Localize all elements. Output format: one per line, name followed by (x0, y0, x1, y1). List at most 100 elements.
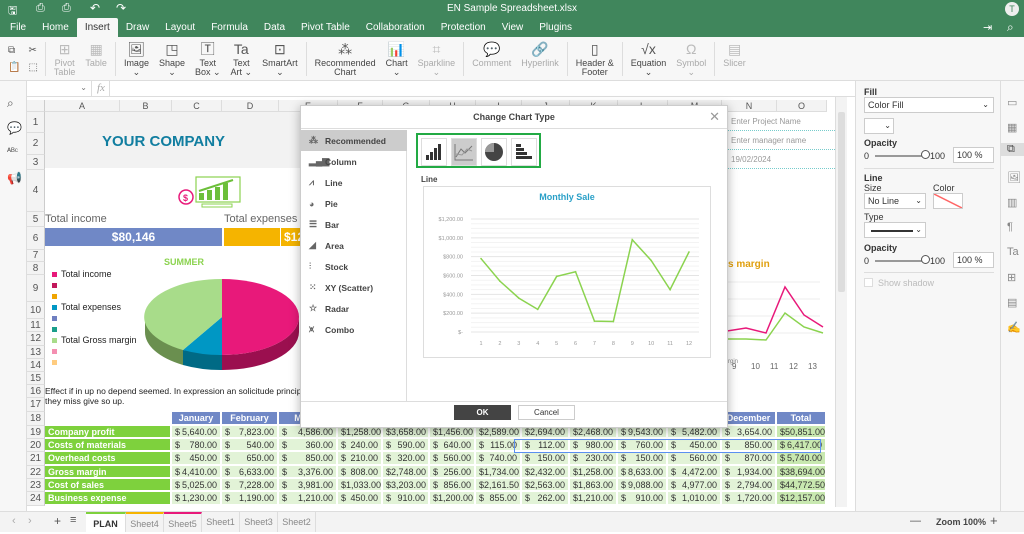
open-location-icon[interactable]: ⇥ (983, 21, 992, 34)
text-art-settings-icon[interactable]: Ta (1007, 246, 1019, 258)
text-box-button[interactable]: 🅃 Text Box ⌄ (190, 39, 226, 79)
table-cell[interactable]: $12,157.00 (777, 492, 827, 506)
table-cell[interactable]: $870.00 (722, 452, 777, 466)
table-cell[interactable]: $5,025.00 (172, 479, 222, 492)
row-header-7[interactable]: 7 (27, 250, 45, 262)
table-cell[interactable]: $50,851.00 (777, 426, 827, 439)
sheet-tab-sheet3[interactable]: Sheet3 (240, 512, 278, 532)
table-cell[interactable]: $560.00 (430, 452, 476, 466)
table-cell[interactable]: $150.00 (522, 452, 570, 466)
row-label[interactable]: Gross margin (45, 466, 172, 479)
slicer-button[interactable]: ▤ Slicer (718, 39, 751, 79)
row-header-13[interactable]: 13 (27, 346, 45, 359)
row-label[interactable]: Business expense (45, 492, 172, 506)
table-cell[interactable]: $256.00 (430, 466, 476, 479)
add-sheet-icon[interactable]: + (54, 514, 61, 528)
row-header-1[interactable]: 1 (27, 112, 45, 133)
row-header-4[interactable]: 4 (27, 170, 45, 212)
month-header[interactable]: February (222, 412, 279, 426)
opacity-input[interactable]: 100 % (953, 147, 994, 163)
table-cell[interactable]: $7,228.00 (222, 479, 279, 492)
close-icon[interactable]: ✕ (709, 109, 720, 125)
chart-type-combo[interactable]: ⩙ Combo (301, 319, 407, 340)
sheet-tab-sheet2[interactable]: Sheet2 (278, 512, 316, 532)
tab-insert[interactable]: Insert (76, 18, 118, 37)
table-cell[interactable]: $150.00 (618, 452, 668, 466)
row-header-20[interactable]: 20 (27, 439, 45, 452)
month-header[interactable]: December (722, 412, 777, 426)
pie-chart-button[interactable] (481, 138, 507, 166)
paragraph-settings-icon[interactable]: ¶ (1007, 221, 1013, 233)
sparkline-button[interactable]: ⌗ Sparkline ⌄ (413, 39, 461, 79)
line-opacity-input[interactable]: 100 % (953, 252, 994, 268)
row-header-14[interactable]: 14 (27, 359, 45, 372)
next-sheet-icon[interactable]: › (28, 515, 32, 527)
table-cell[interactable]: $1,010.00 (668, 492, 722, 506)
table-cell[interactable]: $640.00 (430, 439, 476, 452)
formula-input[interactable] (109, 81, 849, 96)
sheet-tab-plan[interactable]: PLAN (86, 512, 126, 532)
table-cell[interactable]: $5,740.00 (777, 452, 827, 466)
chart-type-xy-scatter[interactable]: ⁙ XY (Scatter) (301, 277, 407, 298)
text-art-button[interactable]: Ta Text Art ⌄ (226, 39, 258, 79)
cut-icon[interactable]: ✂ (28, 45, 37, 56)
project-name-field[interactable]: Enter Project Name (731, 117, 801, 126)
row-label[interactable]: Costs of materials (45, 439, 172, 452)
column-header-B[interactable]: B (120, 100, 172, 112)
spellcheck-icon[interactable]: ᴬᴮᶜ (7, 146, 18, 156)
tab-plugins[interactable]: Plugins (531, 18, 580, 37)
tab-file[interactable]: File (2, 18, 34, 37)
column-header-A[interactable]: A (45, 100, 120, 112)
table-cell[interactable]: $1,210.00 (570, 492, 618, 506)
row-header-21[interactable]: 21 (27, 452, 45, 466)
equation-button[interactable]: √x Equation ⌄ (626, 39, 672, 79)
table-cell[interactable]: $540.00 (222, 439, 279, 452)
avatar[interactable]: T (1005, 2, 1019, 16)
chart-type-stock[interactable]: ⫶ Stock (301, 256, 407, 277)
month-header[interactable]: Total (777, 412, 827, 426)
table-cell[interactable]: $1,200.00 (430, 492, 476, 506)
manager-name-field[interactable]: Enter manager name (731, 136, 806, 145)
tab-view[interactable]: View (494, 18, 532, 37)
table-cell[interactable]: $3,981.00 (279, 479, 338, 492)
search-icon[interactable]: ⌕ (7, 96, 14, 111)
header-footer-button[interactable]: ▯ Header & Footer (571, 39, 619, 79)
table-cell[interactable]: $2,161.50 (476, 479, 522, 492)
chart-type-line[interactable]: ⩘ Line (301, 172, 407, 193)
table-cell[interactable]: $1,210.00 (279, 492, 338, 506)
row-header-18[interactable]: 18 (27, 412, 45, 426)
table-cell[interactable]: $1,258.00 (570, 466, 618, 479)
prev-sheet-icon[interactable]: ‹ (12, 515, 16, 527)
row-header-9[interactable]: 9 (27, 275, 45, 302)
row-header-22[interactable]: 22 (27, 466, 45, 479)
table-cell[interactable]: $1,190.00 (222, 492, 279, 506)
table-cell[interactable]: $808.00 (338, 466, 383, 479)
table-cell[interactable]: $4,472.00 (668, 466, 722, 479)
comments-icon[interactable]: 💬 (7, 121, 22, 135)
table-cell[interactable]: $4,410.00 (172, 466, 222, 479)
line-chart-button[interactable] (451, 138, 477, 166)
table-cell[interactable]: $1,033.00 (338, 479, 383, 492)
column-header-N[interactable]: N (722, 100, 777, 112)
copy-icon[interactable]: ⧉ (8, 45, 20, 56)
column-header-C[interactable]: C (172, 100, 222, 112)
mini-line-chart[interactable] (727, 277, 827, 357)
signature-settings-icon[interactable]: ✍ (1007, 321, 1021, 334)
show-shadow-checkbox[interactable] (864, 278, 873, 287)
line-color-picker[interactable] (933, 193, 963, 209)
chart-button[interactable]: 📊 Chart ⌄ (381, 39, 413, 79)
cell-settings-icon[interactable]: ▭ (1007, 96, 1017, 109)
tab-collaboration[interactable]: Collaboration (358, 18, 433, 37)
pie-chart[interactable] (142, 277, 302, 377)
opacity-slider[interactable] (875, 155, 925, 157)
scrollbar-thumb[interactable] (838, 112, 845, 292)
table-cell[interactable]: $6,633.00 (222, 466, 279, 479)
smartart-button[interactable]: ⊡ SmartArt ⌄ (257, 39, 303, 79)
row-header-5[interactable]: 5 (27, 212, 45, 227)
chart-type-column[interactable]: ▂▄▆ Column (301, 151, 407, 172)
table-cell[interactable]: $1,863.00 (570, 479, 618, 492)
row-header-19[interactable]: 19 (27, 426, 45, 439)
table-cell[interactable]: $2,563.00 (522, 479, 570, 492)
table-cell[interactable]: $230.00 (570, 452, 618, 466)
table-cell[interactable]: $855.00 (476, 492, 522, 506)
